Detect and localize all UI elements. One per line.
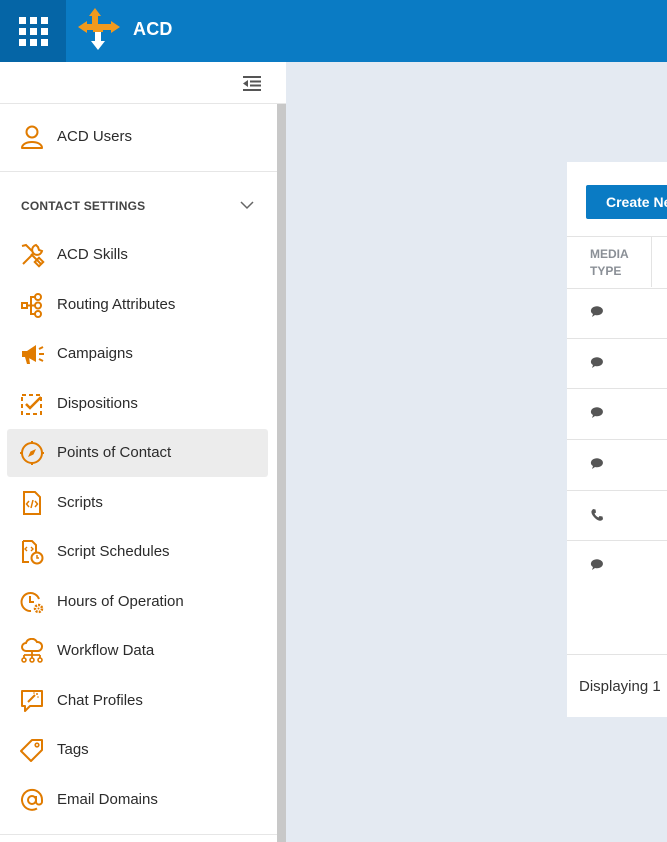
sidebar-item-chat-profiles[interactable]: Chat Profiles [7,677,268,725]
chat-bubble-icon [590,357,603,368]
checkbox-icon [21,394,42,415]
top-bar: ACD [0,0,667,62]
chat-bubble-icon [590,306,603,317]
sidebar-item-label: Dispositions [57,395,138,412]
script-schedule-icon [22,540,44,565]
column-header-media-type[interactable]: MEDIA TYPE [590,246,650,280]
chat-bubble-icon [590,407,603,418]
sidebar-item-acd-skills[interactable]: ACD Skills [7,231,268,279]
column-separator [651,237,652,287]
sidebar-item-label: ACD Users [57,128,133,145]
sidebar-item-label: Chat Profiles [57,692,143,709]
sidebar-item-campaigns[interactable]: Campaigns [7,330,268,378]
pagination-summary: Displaying 1 [579,678,661,695]
sidebar-item-points-of-contact[interactable]: Points of Contact [7,429,268,477]
table-header-top-border [567,236,667,237]
tools-icon [21,243,45,268]
chevron-down-icon[interactable] [239,199,255,211]
row-divider [567,439,667,440]
chat-profile-icon [21,690,43,712]
row-divider [567,490,667,491]
routing-icon [21,293,42,318]
chat-bubble-icon [590,559,603,570]
row-divider [567,388,667,389]
sidebar-item-tags[interactable]: Tags [7,726,268,774]
sidebar: ACD Users CONTACT SETTINGS ACD Skills Ro… [0,62,286,842]
row-divider [567,540,667,541]
tag-icon [20,739,43,762]
sidebar-item-label: Workflow Data [57,642,155,659]
section-title[interactable]: CONTACT SETTINGS [21,199,145,213]
points-of-contact-panel: Create Ne MEDIA TYPE Displaying 1 [567,162,667,717]
megaphone-icon [22,345,44,364]
row-divider [567,338,667,339]
acd-arrows-logo [78,8,120,50]
script-icon [23,491,41,515]
sidebar-item-workflow-data[interactable]: Workflow Data [7,627,268,675]
phone-icon [591,509,603,521]
sidebar-item-label: Campaigns [57,345,133,362]
sidebar-item-acd-users[interactable]: ACD Users [7,113,268,161]
sidebar-item-label: ACD Skills [57,246,128,263]
sidebar-item-dispositions[interactable]: Dispositions [7,380,268,428]
sidebar-item-scripts[interactable]: Scripts [7,479,268,527]
sidebar-item-label: Hours of Operation [57,593,184,610]
sidebar-item-label: Email Domains [57,791,158,808]
sidebar-item-label: Points of Contact [57,444,172,461]
divider [0,834,277,835]
collapse-menu-icon[interactable] [241,74,263,92]
collapse-row [0,62,286,104]
sidebar-scrollbar[interactable] [277,104,286,842]
sidebar-item-email-domains[interactable]: Email Domains [7,776,268,824]
apps-button[interactable] [0,0,66,62]
divider [0,171,277,172]
clock-gear-icon [20,592,44,614]
sidebar-item-label: Script Schedules [57,543,170,560]
user-icon [21,125,43,149]
chat-bubble-icon [590,458,603,469]
sidebar-item-hours-of-operation[interactable]: Hours of Operation [7,578,268,626]
at-sign-icon [21,788,44,811]
sidebar-item-script-schedules[interactable]: Script Schedules [7,528,268,576]
sidebar-item-routing-attributes[interactable]: Routing Attributes [7,281,268,329]
apps-grid-icon [18,16,48,46]
app-title: ACD [133,19,173,39]
cloud-network-icon [21,638,44,663]
sidebar-item-label: Tags [57,741,89,758]
sidebar-item-label: Routing Attributes [57,296,176,313]
compass-icon [20,441,44,465]
table-footer-border [567,654,667,655]
table-header-bottom-border [567,288,667,289]
create-new-button[interactable]: Create Ne [586,185,667,219]
sidebar-item-label: Scripts [57,494,103,511]
